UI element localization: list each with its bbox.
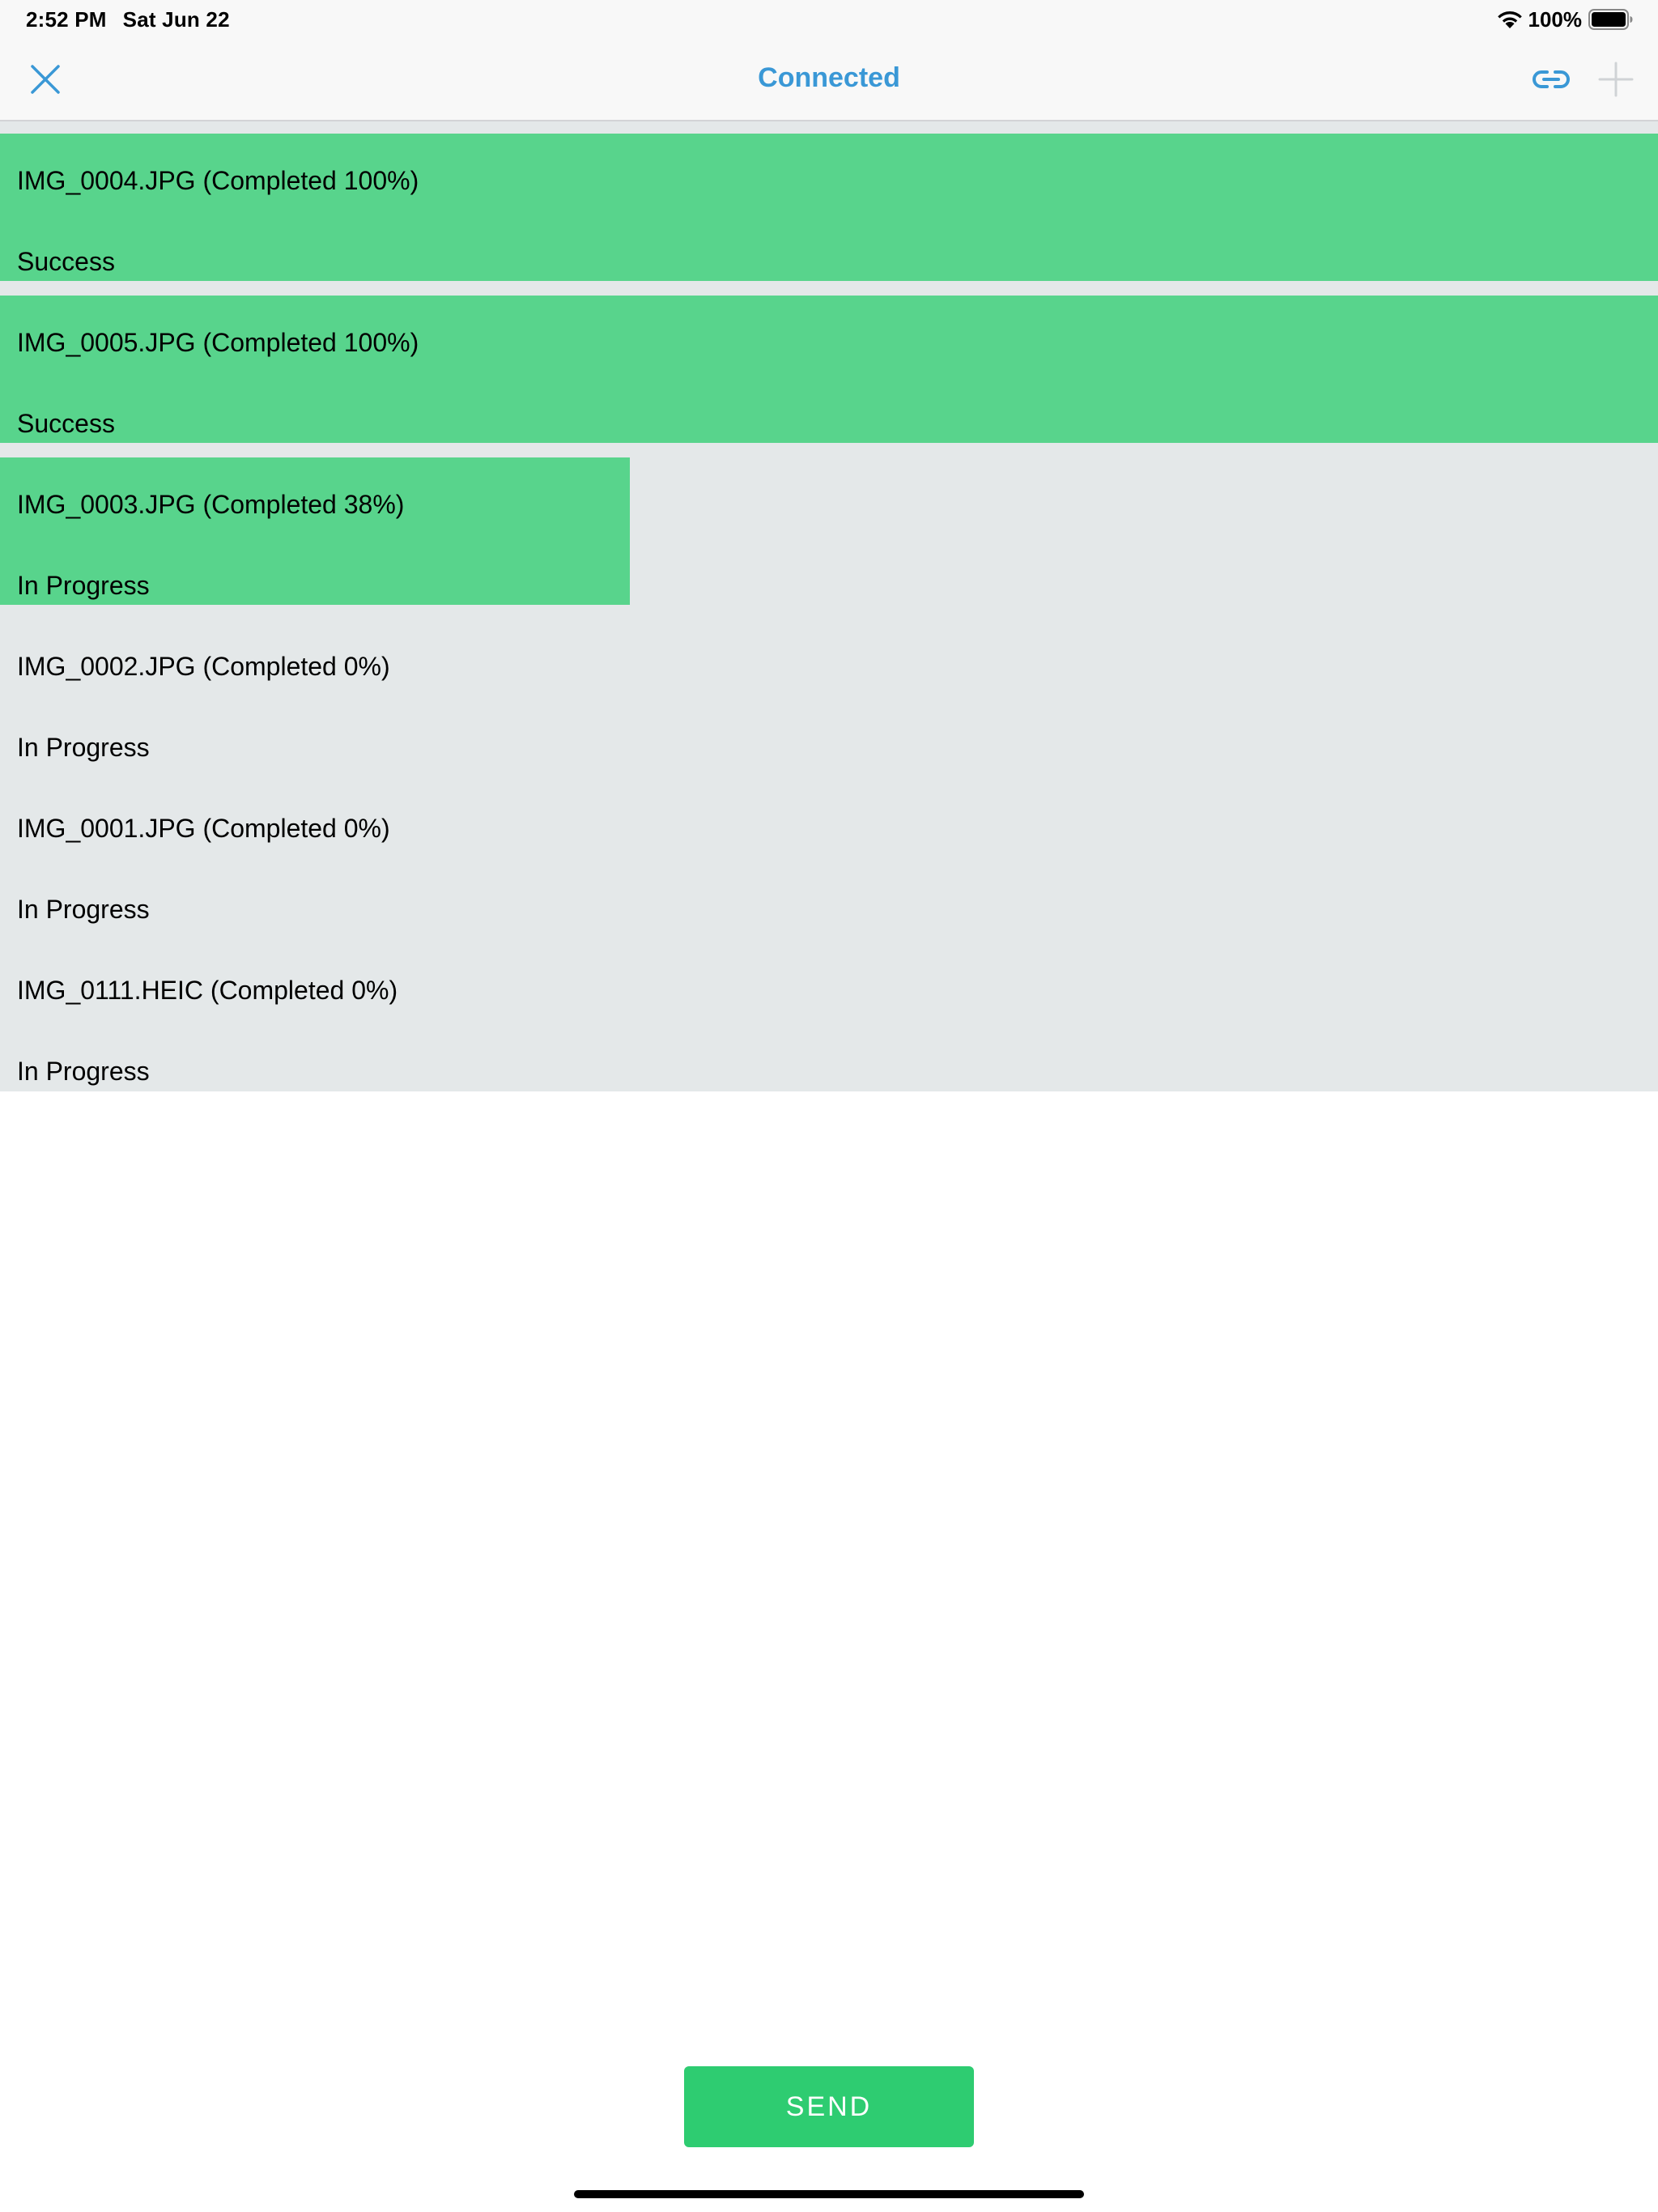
status-bar: 2:52 PM Sat Jun 22 100% — [0, 0, 1658, 37]
home-indicator[interactable] — [574, 2190, 1084, 2198]
add-button[interactable] — [1596, 60, 1635, 99]
transfer-list: IMG_0004.JPG (Completed 100%) Success IM… — [0, 121, 1658, 1091]
transfer-item[interactable]: IMG_0003.JPG (Completed 38%) In Progress — [0, 457, 1658, 605]
transfer-status: In Progress — [17, 571, 150, 600]
transfer-title: IMG_0001.JPG (Completed 0%) — [17, 814, 390, 843]
transfer-item[interactable]: IMG_0005.JPG (Completed 100%) Success — [0, 296, 1658, 443]
status-indicators: 100% — [1496, 6, 1635, 32]
transfer-item[interactable]: IMG_0004.JPG (Completed 100%) Success — [0, 134, 1658, 281]
page-title: Connected — [758, 62, 900, 93]
status-time-date: 2:52 PM Sat Jun 22 — [26, 6, 230, 32]
transfer-item[interactable]: IMG_0111.HEIC (Completed 0%) In Progress — [0, 943, 1658, 1091]
status-time: 2:52 PM — [26, 7, 107, 32]
transfer-title: IMG_0004.JPG (Completed 100%) — [17, 166, 419, 195]
transfer-status: Success — [17, 409, 115, 438]
wifi-icon — [1496, 9, 1524, 30]
transfer-title: IMG_0005.JPG (Completed 100%) — [17, 328, 419, 357]
battery-full-icon — [1588, 9, 1634, 30]
link-button[interactable] — [1528, 58, 1574, 100]
transfer-status: Success — [17, 247, 115, 276]
transfer-status: In Progress — [17, 1057, 150, 1086]
transfer-title: IMG_0111.HEIC (Completed 0%) — [17, 976, 398, 1005]
progress-bar — [0, 296, 1658, 443]
progress-bar — [0, 134, 1658, 281]
status-date: Sat Jun 22 — [122, 7, 230, 32]
transfer-status: In Progress — [17, 895, 150, 924]
transfer-item[interactable]: IMG_0002.JPG (Completed 0%) In Progress — [0, 619, 1658, 767]
navigation-bar: Connected — [0, 37, 1658, 121]
transfer-title: IMG_0002.JPG (Completed 0%) — [17, 652, 390, 681]
link-icon — [1533, 70, 1570, 88]
transfer-item[interactable]: IMG_0001.JPG (Completed 0%) In Progress — [0, 781, 1658, 929]
send-button[interactable]: SEND — [684, 2066, 974, 2147]
plus-icon — [1598, 62, 1634, 97]
battery-percent: 100% — [1528, 6, 1583, 32]
transfer-status: In Progress — [17, 733, 150, 762]
transfer-title: IMG_0003.JPG (Completed 38%) — [17, 490, 405, 519]
